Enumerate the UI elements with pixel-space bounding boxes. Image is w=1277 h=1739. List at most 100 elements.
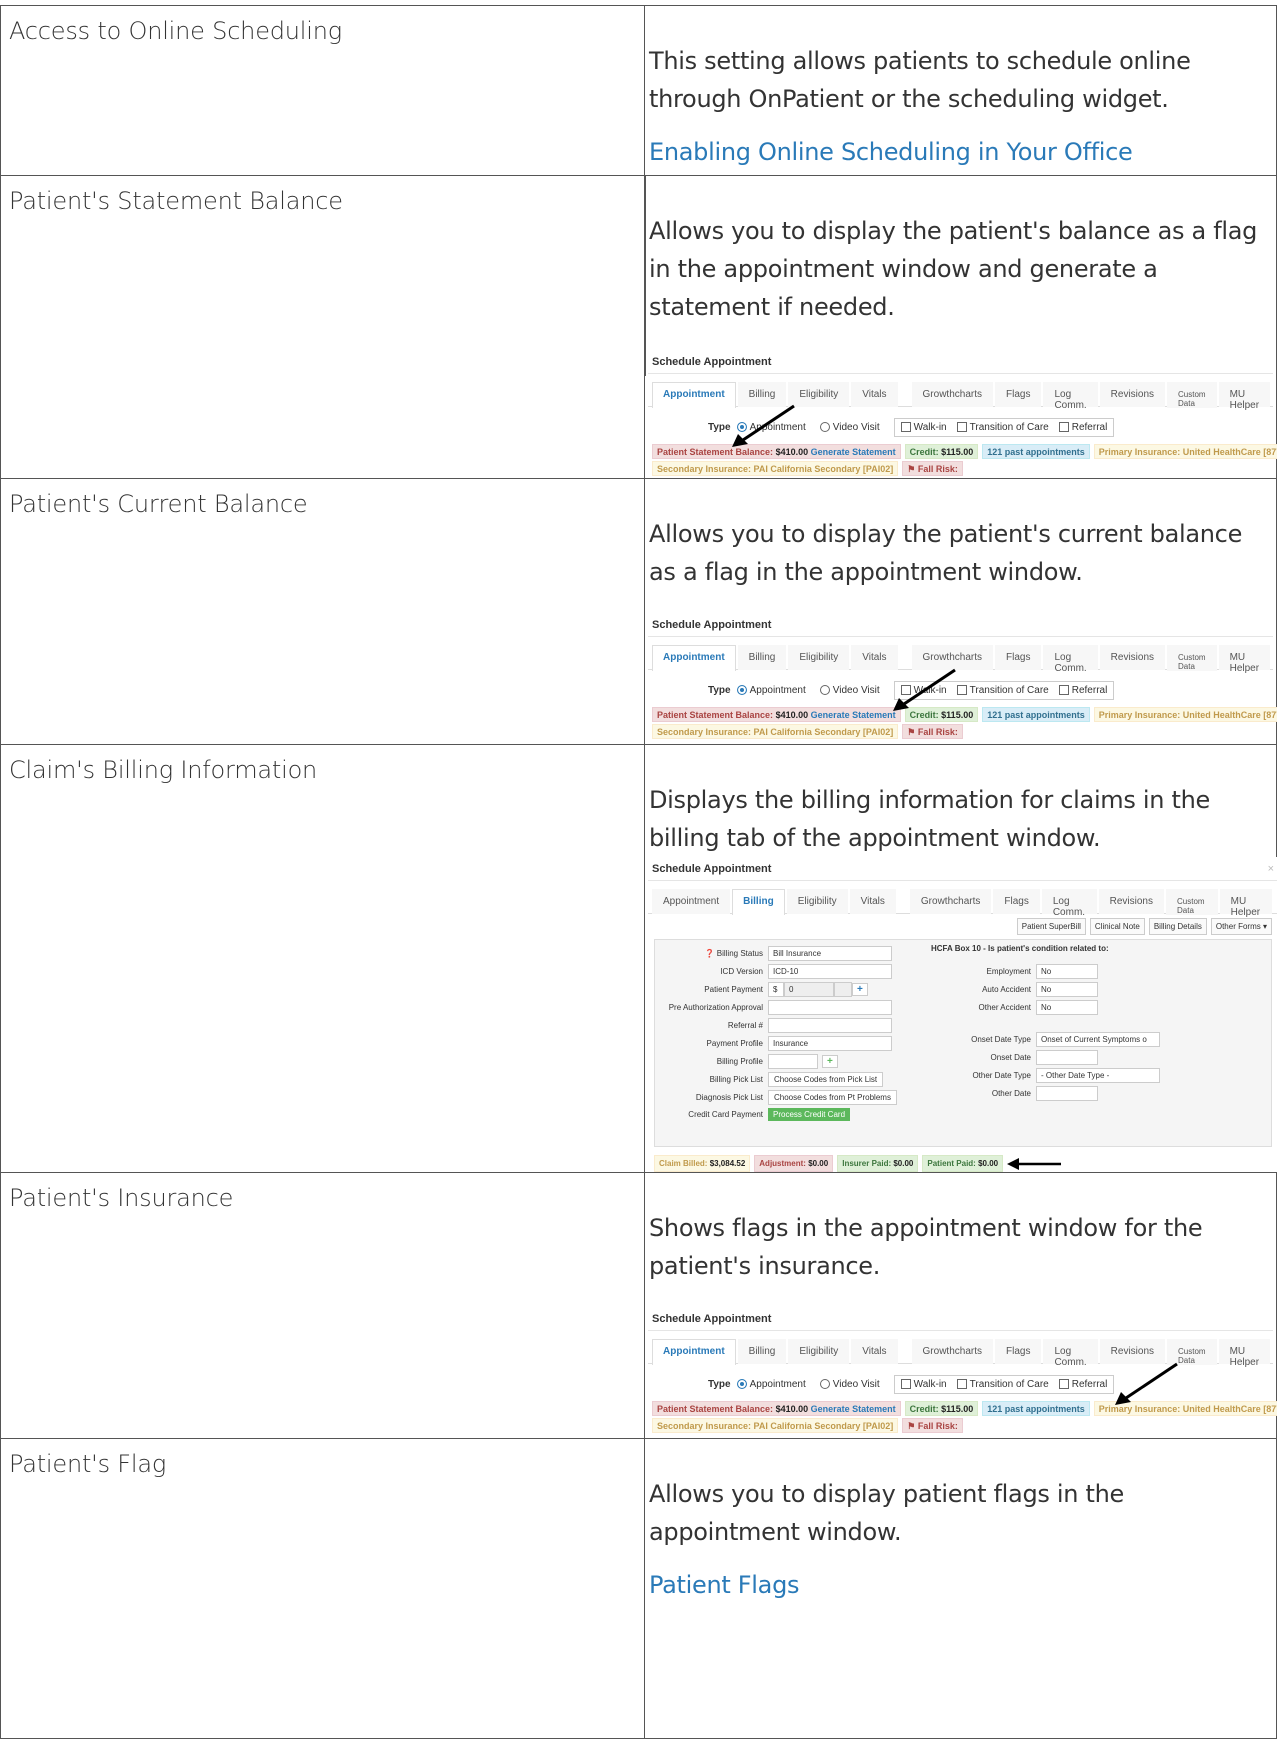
tab-mu-helper[interactable]: MU Helper <box>1219 889 1272 918</box>
transition-of-care-checkbox[interactable]: Transition of Care <box>956 1379 1049 1390</box>
clinical-note-button[interactable]: Clinical Note <box>1089 918 1145 935</box>
tab-vitals[interactable]: Vitals <box>851 1339 898 1364</box>
appointment-radio[interactable] <box>736 1379 747 1389</box>
other-date-type-select[interactable]: - Other Date Type - <box>1036 1068 1160 1083</box>
tab-vitals[interactable]: Vitals <box>851 382 898 407</box>
tab-mu-helper[interactable]: MU Helper <box>1218 382 1271 411</box>
tab-billing[interactable]: Billing <box>737 1339 787 1364</box>
tab-custom-data[interactable]: Custom Data <box>1167 382 1217 408</box>
tab-revisions[interactable]: Revisions <box>1099 645 1166 670</box>
video-visit-radio[interactable] <box>819 685 830 695</box>
appointment-tabs: Appointment Billing Eligibility Vitals G… <box>648 1339 1273 1368</box>
tab-appointment[interactable]: Appointment <box>652 889 731 914</box>
tab-flags[interactable]: Flags <box>995 1339 1042 1364</box>
appointment-radio[interactable] <box>736 685 747 695</box>
table-row: Patient's Flag Allows you to display pat… <box>0 1438 1277 1739</box>
radio-label: Appointment <box>749 684 806 696</box>
tab-appointment[interactable]: Appointment <box>652 645 736 671</box>
tab-revisions[interactable]: Revisions <box>1099 382 1166 407</box>
tab-flags[interactable]: Flags <box>993 889 1040 914</box>
billing-pick-list-button[interactable]: Choose Codes from Pick List <box>768 1072 884 1087</box>
tab-mu-helper[interactable]: MU Helper <box>1218 1339 1271 1368</box>
walk-in-checkbox[interactable]: Walk-in <box>900 1379 947 1390</box>
radio-label: Video Visit <box>832 684 880 696</box>
video-visit-radio[interactable] <box>819 422 830 432</box>
onset-date-type-select[interactable]: Onset of Current Symptoms o <box>1036 1032 1160 1047</box>
tab-flags[interactable]: Flags <box>995 645 1042 670</box>
help-link[interactable]: Patient Flags <box>645 1571 1276 1599</box>
icd-version-select[interactable]: ICD-10 <box>768 964 892 979</box>
diagnosis-pick-list-button[interactable]: Choose Codes from Pt Problems <box>768 1090 897 1105</box>
tab-growthcharts[interactable]: Growthcharts <box>911 645 993 670</box>
secondary-insurance-flag: Secondary Insurance: PAI California Seco… <box>652 461 899 476</box>
tab-mu-helper[interactable]: MU Helper <box>1218 645 1271 674</box>
generate-statement-link[interactable]: Generate Statement <box>811 710 896 720</box>
insurer-paid-flag: Insurer Paid: $0.00 <box>837 1155 919 1172</box>
fall-risk-flag: ⚑ Fall Risk: <box>902 724 963 739</box>
type-label: Type <box>708 684 731 696</box>
tab-eligibility[interactable]: Eligibility <box>788 645 850 670</box>
tab-growthcharts[interactable]: Growthcharts <box>909 889 992 914</box>
add-billing-profile-icon[interactable]: + <box>822 1055 838 1068</box>
tab-log-comm[interactable]: Log Comm. <box>1043 645 1098 674</box>
referral-checkbox[interactable]: Referral <box>1058 685 1107 696</box>
add-payment-icon[interactable]: + <box>852 983 868 996</box>
billing-status-select[interactable]: Bill Insurance <box>768 946 892 961</box>
tab-vitals[interactable]: Vitals <box>851 645 898 670</box>
patient-payment-input[interactable]: 0 <box>784 982 834 997</box>
other-forms-button[interactable]: Other Forms ▾ <box>1210 918 1272 935</box>
type-label: Type <box>708 421 731 433</box>
close-icon[interactable]: × <box>1268 863 1274 875</box>
setting-name: Patient's Statement Balance <box>9 187 343 215</box>
transition-of-care-checkbox[interactable]: Transition of Care <box>956 685 1049 696</box>
referral-input[interactable] <box>768 1018 892 1033</box>
video-visit-radio[interactable] <box>819 1379 830 1389</box>
setting-name: Patient's Current Balance <box>9 490 308 518</box>
tab-vitals[interactable]: Vitals <box>849 889 896 914</box>
flag-icon: ⚑ <box>907 464 916 474</box>
tab-revisions[interactable]: Revisions <box>1099 1339 1166 1364</box>
generate-statement-link[interactable]: Generate Statement <box>811 1404 896 1414</box>
onset-date-input[interactable] <box>1036 1050 1098 1065</box>
past-appointments-flag: 121 past appointments <box>982 444 1090 459</box>
tab-billing[interactable]: Billing <box>732 889 785 915</box>
referral-checkbox[interactable]: Referral <box>1058 1379 1107 1390</box>
flag-icon: ⚑ <box>907 1421 916 1431</box>
payment-profile-select[interactable]: Insurance <box>768 1036 892 1051</box>
other-date-input[interactable] <box>1036 1086 1098 1101</box>
tab-revisions[interactable]: Revisions <box>1098 889 1164 914</box>
tab-billing[interactable]: Billing <box>737 645 787 670</box>
tab-flags[interactable]: Flags <box>995 382 1042 407</box>
statement-balance-flag: Patient Statement Balance: $410.00 Gener… <box>652 707 901 722</box>
tab-appointment[interactable]: Appointment <box>652 1339 736 1365</box>
tab-eligibility[interactable]: Eligibility <box>788 1339 850 1364</box>
help-link[interactable]: Enabling Online Scheduling in Your Offic… <box>645 138 1276 166</box>
claim-flags: Claim Billed: $3,084.52 Adjustment: $0.0… <box>648 1147 1277 1172</box>
process-credit-card-button[interactable]: Process Credit Card <box>768 1108 851 1121</box>
walk-in-checkbox[interactable]: Walk-in <box>900 422 947 433</box>
settings-table: Access to Online Scheduling This setting… <box>0 5 1277 1739</box>
preauth-input[interactable] <box>768 1000 892 1015</box>
tab-growthcharts[interactable]: Growthcharts <box>911 1339 993 1364</box>
transition-of-care-checkbox[interactable]: Transition of Care <box>956 422 1049 433</box>
tab-custom-data[interactable]: Custom Data <box>1166 889 1218 915</box>
other-accident-select[interactable]: No <box>1036 1000 1098 1015</box>
referral-checkbox[interactable]: Referral <box>1058 422 1107 433</box>
tab-growthcharts[interactable]: Growthcharts <box>911 382 993 407</box>
tab-eligibility[interactable]: Eligibility <box>786 889 848 914</box>
auto-accident-select[interactable]: No <box>1036 982 1098 997</box>
generate-statement-link[interactable]: Generate Statement <box>811 447 896 457</box>
employment-select[interactable]: No <box>1036 964 1098 979</box>
tab-log-comm[interactable]: Log Comm. <box>1043 1339 1098 1368</box>
hcfa-title: HCFA Box 10 - Is patient's condition rel… <box>931 944 1109 953</box>
tab-custom-data[interactable]: Custom Data <box>1167 645 1217 671</box>
billing-details-button[interactable]: Billing Details <box>1148 918 1207 935</box>
billing-profile-select[interactable] <box>768 1054 818 1069</box>
tab-log-comm[interactable]: Log Comm. <box>1043 382 1098 411</box>
patient-superbill-button[interactable]: Patient SuperBill <box>1016 918 1086 935</box>
tab-log-comm[interactable]: Log Comm. <box>1041 889 1097 918</box>
shot-title: Schedule Appointment <box>648 613 1273 637</box>
past-appointments-flag: 121 past appointments <box>982 1401 1090 1416</box>
settings-document: Access to Online Scheduling This setting… <box>0 0 1277 1739</box>
tab-appointment[interactable]: Appointment <box>652 382 736 408</box>
